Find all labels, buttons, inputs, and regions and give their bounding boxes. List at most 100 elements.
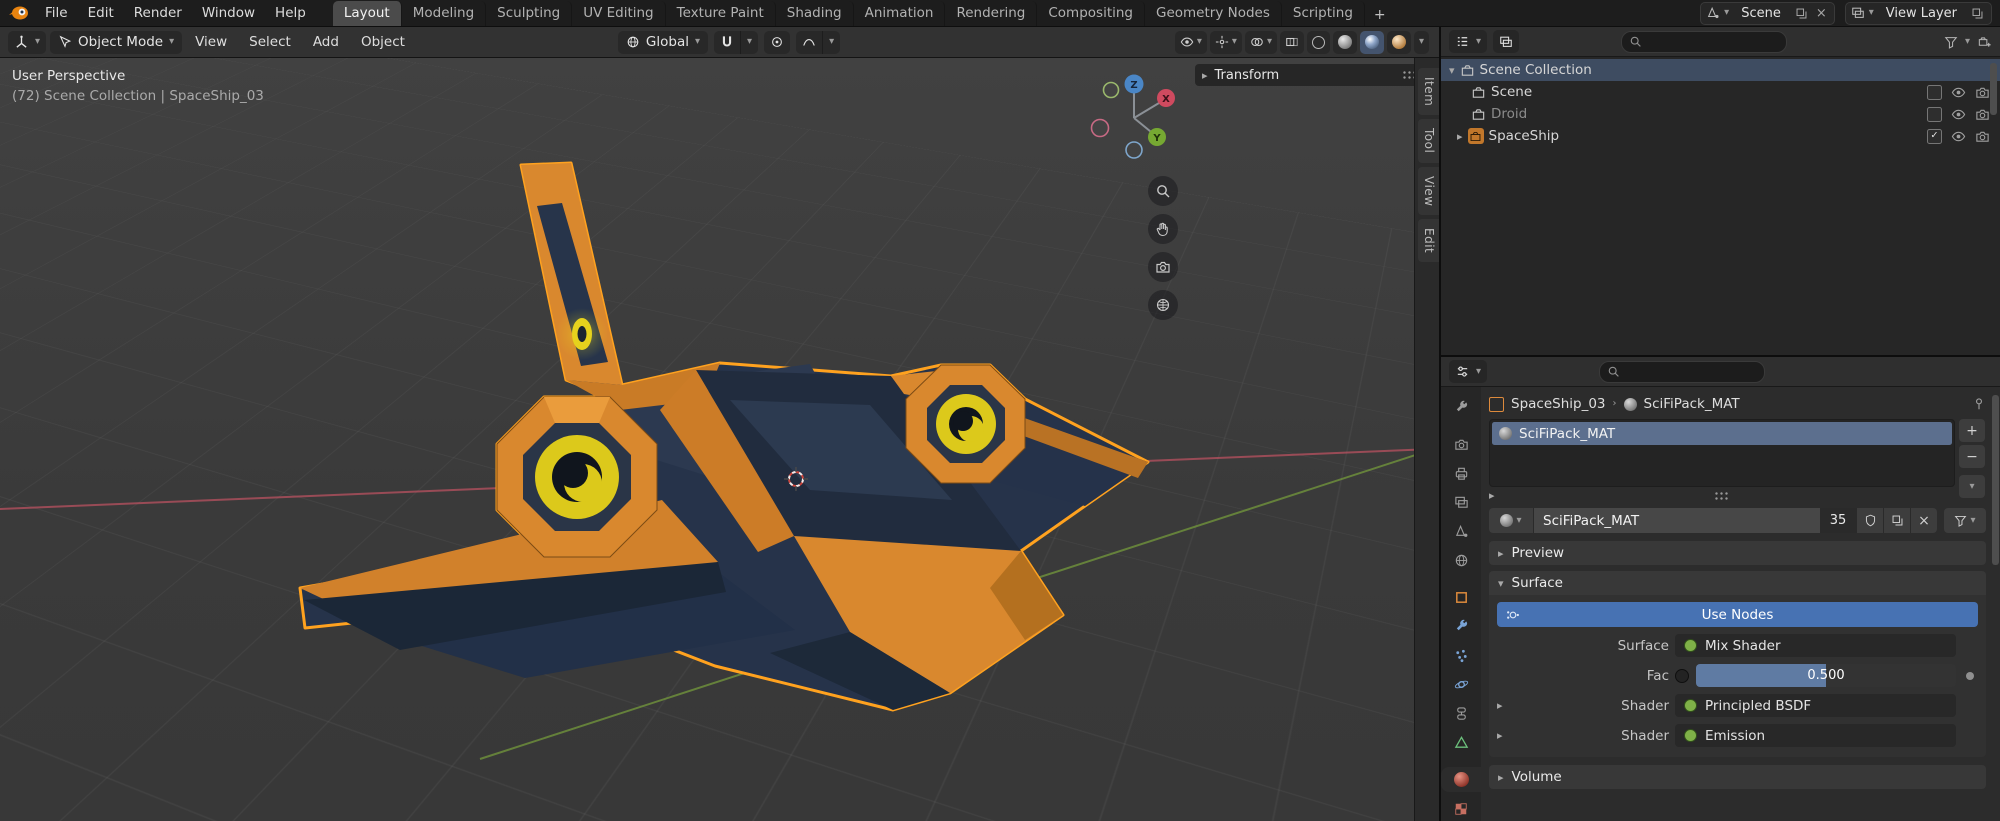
workspace-tab-uv-editing[interactable]: UV Editing — [572, 1, 665, 26]
shading-material-preview-button[interactable] — [1360, 31, 1384, 54]
navigation-gizmo[interactable]: Z X Y — [1086, 70, 1182, 166]
expand-right-icon[interactable]: ▸ — [1457, 131, 1463, 142]
tab-output[interactable] — [1441, 461, 1481, 486]
outliner-row-spaceship[interactable]: ▸ SpaceShip ✓ — [1441, 125, 2000, 147]
proportional-editing-toggle[interactable] — [764, 31, 790, 54]
object-type-visibility-dropdown[interactable]: ▾ — [1175, 31, 1207, 54]
spaceship-model[interactable] — [290, 148, 1150, 728]
new-collection-icon[interactable] — [1977, 34, 1992, 49]
unlink-material-button[interactable]: × — [1910, 508, 1937, 533]
gizmo-x-axis[interactable]: X — [1162, 94, 1170, 105]
editor-type-dropdown[interactable]: ▾ — [8, 31, 46, 54]
menu-render[interactable]: Render — [125, 2, 191, 24]
tab-world[interactable] — [1441, 548, 1481, 573]
preview-panel-header[interactable]: ▸ Preview — [1489, 541, 1986, 565]
tab-object-data[interactable] — [1441, 730, 1481, 755]
tab-physics[interactable] — [1441, 672, 1481, 697]
add-workspace-button[interactable]: + — [1365, 4, 1395, 26]
workspace-tab-compositing[interactable]: Compositing — [1037, 1, 1145, 26]
workspace-tab-shading[interactable]: Shading — [776, 1, 854, 26]
sidebar-tab-tool[interactable]: Tool — [1418, 119, 1439, 162]
list-resize-grip[interactable] — [1714, 491, 1730, 501]
exclude-checkbox[interactable] — [1927, 107, 1942, 122]
transform-panel-collapsed[interactable]: ▸ Transform — [1195, 64, 1414, 86]
row-label[interactable]: SpaceShip — [1489, 128, 1560, 144]
shader1-dropdown[interactable]: Principled BSDF — [1675, 694, 1956, 717]
gizmo-minus-z[interactable] — [1126, 142, 1142, 158]
shading-solid-button[interactable] — [1333, 31, 1357, 54]
camera-visibility-icon[interactable] — [1975, 107, 1990, 122]
exclude-checkbox-checked[interactable]: ✓ — [1927, 129, 1942, 144]
workspace-tab-modeling[interactable]: Modeling — [402, 1, 486, 26]
viewport-menu-object[interactable]: Object — [352, 30, 414, 54]
scene-name[interactable]: Scene — [1733, 6, 1789, 21]
camera-visibility-icon[interactable] — [1975, 85, 1990, 100]
material-name-field[interactable]: SciFiPack_MAT — [1533, 508, 1820, 533]
outliner-filter-icon[interactable] — [1944, 35, 1958, 49]
pan-hand-button[interactable] — [1148, 214, 1178, 244]
expand-right-icon[interactable]: ▸ — [1497, 730, 1513, 741]
surface-panel-header[interactable]: ▾ Surface — [1489, 571, 1986, 595]
gizmo-minus-y[interactable] — [1104, 83, 1119, 98]
viewport-menu-view[interactable]: View — [186, 30, 236, 54]
scene-unlink-icon[interactable]: × — [1814, 6, 1829, 21]
menu-help[interactable]: Help — [266, 2, 315, 24]
users-count-button[interactable]: 35 — [1820, 508, 1856, 533]
tab-render[interactable] — [1441, 432, 1481, 457]
gizmos-dropdown[interactable]: ▾ — [1210, 31, 1242, 54]
eye-icon[interactable] — [1951, 85, 1966, 100]
shading-options-dropdown[interactable]: ▾ — [1414, 31, 1429, 54]
exclude-checkbox[interactable] — [1927, 85, 1942, 100]
row-label[interactable]: Scene — [1491, 84, 1532, 100]
pin-icon[interactable] — [1972, 397, 1986, 411]
breadcrumb-object[interactable]: SpaceShip_03 — [1511, 396, 1606, 412]
tab-tool[interactable] — [1441, 395, 1481, 420]
filter-chevron-icon[interactable]: ▾ — [1965, 37, 1970, 47]
snap-options-dropdown[interactable]: ▾ — [740, 31, 758, 54]
sidebar-tab-view[interactable]: View — [1418, 167, 1439, 215]
workspace-tab-scripting[interactable]: Scripting — [1282, 1, 1365, 26]
falloff-dropdown[interactable]: ▾ — [822, 31, 840, 54]
camera-visibility-icon[interactable] — [1975, 129, 1990, 144]
camera-view-button[interactable] — [1148, 252, 1178, 282]
row-label[interactable]: Scene Collection — [1480, 62, 1592, 78]
sidebar-tab-edit[interactable]: Edit — [1418, 219, 1439, 262]
workspace-tab-sculpting[interactable]: Sculpting — [486, 1, 572, 26]
zoom-button[interactable] — [1148, 176, 1178, 206]
viewport-canvas[interactable]: User Perspective (72) Scene Collection |… — [0, 58, 1414, 821]
transform-orientation-dropdown[interactable]: Global ▾ — [618, 31, 708, 54]
tab-object[interactable] — [1441, 585, 1481, 610]
add-slot-button[interactable]: + — [1959, 419, 1985, 442]
blender-logo-icon[interactable] — [8, 4, 30, 22]
material-slot-item-selected[interactable]: SciFiPack_MAT — [1492, 422, 1952, 445]
outliner-editor-type-dropdown[interactable]: ▾ — [1449, 30, 1487, 53]
view-layer-browse-chevron-icon[interactable]: ▾ — [1869, 8, 1874, 18]
volume-panel-header[interactable]: ▸ Volume — [1489, 765, 1986, 789]
expand-right-icon[interactable]: ▸ — [1489, 490, 1495, 501]
falloff-curve-icon[interactable] — [796, 31, 822, 54]
row-label[interactable]: Droid — [1491, 106, 1527, 122]
material-slot-list[interactable]: SciFiPack_MAT — [1489, 419, 1955, 487]
surface-shader-dropdown[interactable]: Mix Shader — [1675, 634, 1956, 657]
browse-material-button[interactable]: ▾ — [1489, 508, 1533, 533]
properties-search-input[interactable] — [1599, 361, 1765, 383]
menu-window[interactable]: Window — [193, 2, 264, 24]
overlays-dropdown[interactable]: ▾ — [1245, 31, 1277, 54]
tab-texture[interactable] — [1441, 796, 1481, 821]
viewport-menu-select[interactable]: Select — [240, 30, 300, 54]
outliner-display-mode-dropdown[interactable] — [1493, 30, 1519, 53]
properties-editor-type-dropdown[interactable]: ▾ — [1449, 360, 1487, 383]
remove-slot-button[interactable]: − — [1959, 445, 1985, 468]
view-layer-icon[interactable] — [1851, 6, 1865, 20]
expand-right-icon[interactable]: ▸ — [1497, 700, 1513, 711]
new-material-copy-button[interactable] — [1883, 508, 1910, 533]
gizmo-minus-x[interactable] — [1092, 120, 1109, 137]
outliner-scrollbar[interactable] — [1990, 63, 1997, 115]
tab-material[interactable] — [1441, 767, 1481, 792]
perspective-toggle-button[interactable] — [1148, 290, 1178, 320]
material-link-dropdown[interactable]: ▾ — [1944, 508, 1986, 533]
panel-grip-icon[interactable] — [1402, 70, 1414, 80]
gizmo-z-axis[interactable]: Z — [1130, 80, 1137, 91]
shader2-dropdown[interactable]: Emission — [1675, 724, 1956, 747]
tab-scene[interactable] — [1441, 519, 1481, 544]
